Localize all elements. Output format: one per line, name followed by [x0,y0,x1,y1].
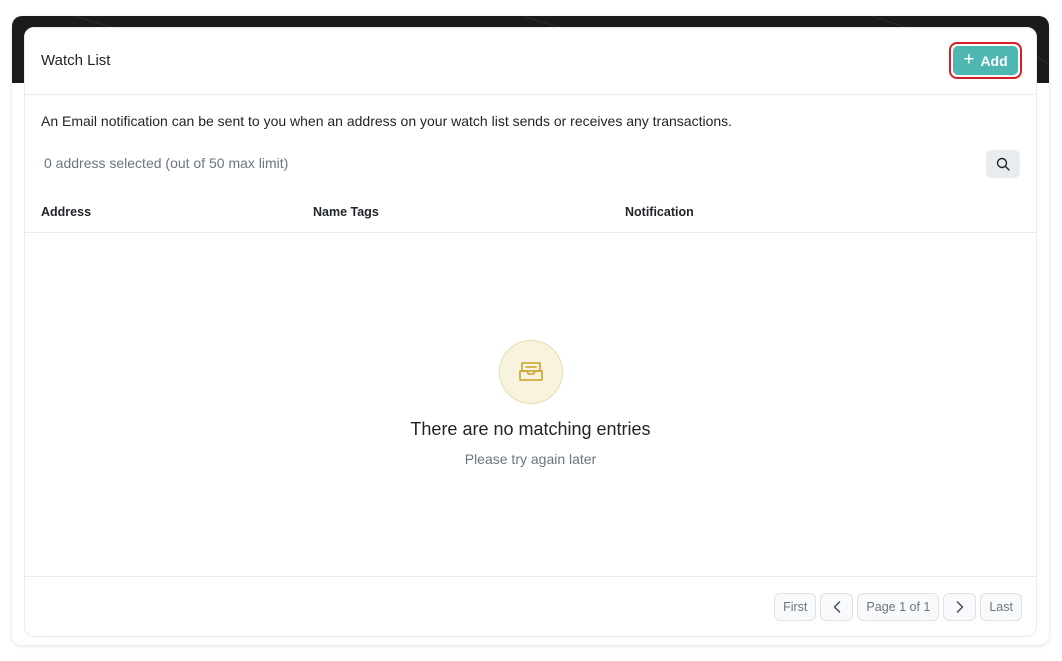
selected-count-text: 0 address selected (out of 50 max limit) [44,155,289,171]
add-button[interactable]: + Add [953,46,1018,75]
description-text: An Email notification can be sent to you… [41,113,733,129]
chevron-left-icon [833,601,841,613]
pagination: First Page 1 of 1 Last [774,593,1022,621]
chevron-right-icon [956,601,964,613]
empty-state-subtitle: Please try again later [464,451,597,467]
empty-state-title: There are no matching entries [410,419,651,439]
column-header-name-tags: Name Tags [313,205,379,219]
last-page-button[interactable]: Last [980,593,1022,621]
card-title: Watch List [41,52,111,69]
column-header-notification: Notification [625,205,694,219]
plus-icon: + [963,49,975,70]
watch-list-card: Watch List + Add An Email notification c… [24,27,1037,637]
card-header: Watch List + Add [25,28,1036,95]
add-button-label: Add [980,52,1008,69]
search-button[interactable] [986,150,1020,178]
empty-state-icon-circle [499,340,563,404]
page-container: Watch List + Add An Email notification c… [12,16,1049,645]
next-page-button[interactable] [943,593,977,621]
page-info: Page 1 of 1 [857,593,940,621]
inbox-icon [519,362,543,381]
column-header-address: Address [41,205,92,219]
search-icon [996,157,1010,171]
table-header: Address Name Tags Notification [25,193,1036,233]
table-footer: First Page 1 of 1 Last [25,576,1036,637]
first-page-button[interactable]: First [774,593,817,621]
add-button-highlight: + Add [949,42,1022,79]
previous-page-button[interactable] [820,593,854,621]
